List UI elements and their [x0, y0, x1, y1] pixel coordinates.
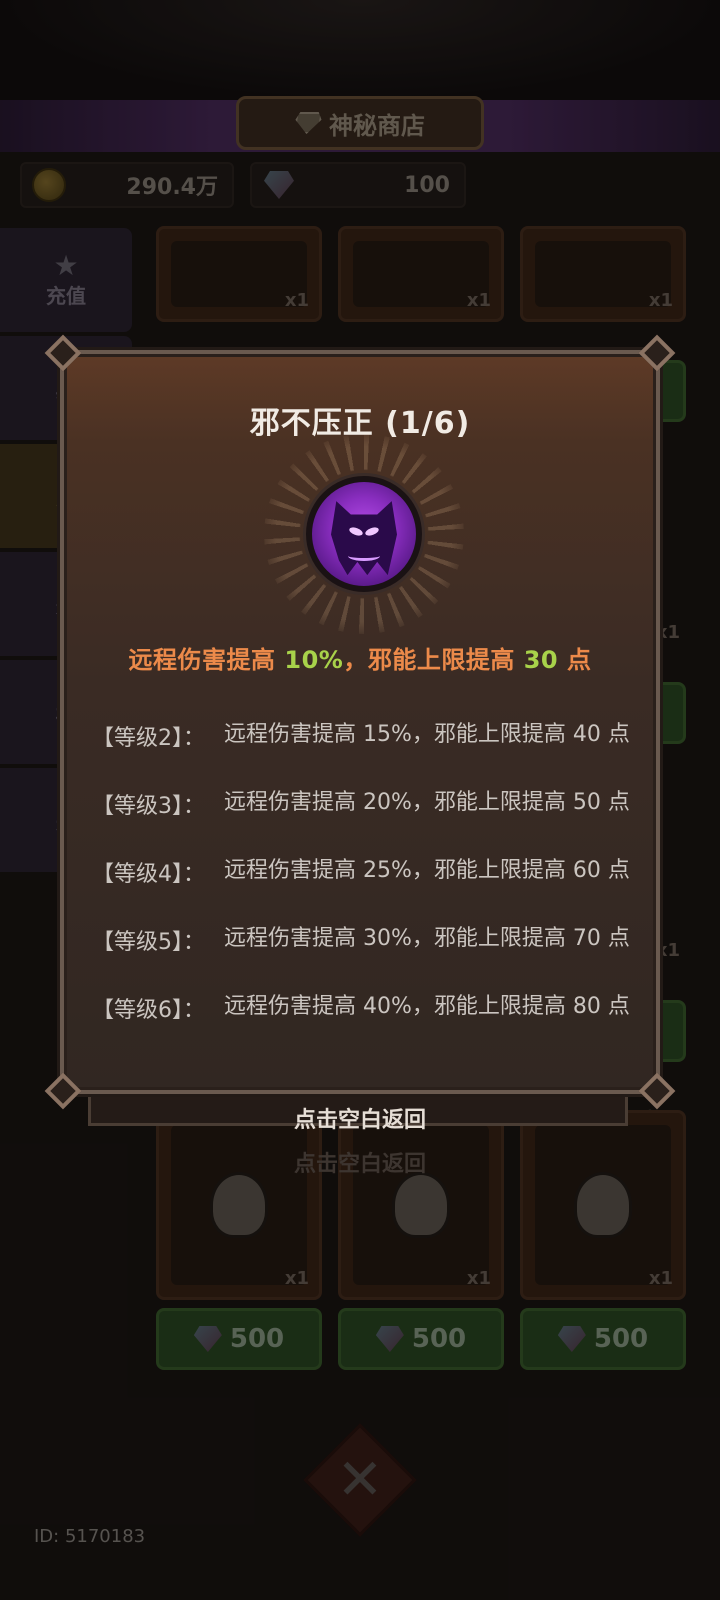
level-row: 【等级6】： 远程伤害提高 40%，邪能上限提高 80 点 — [92, 992, 632, 1060]
effect-text: 点 — [558, 646, 592, 674]
level-tag: 【等级5】： — [92, 930, 205, 955]
level-description: 远程伤害提高 15%，邪能上限提高 40 点 — [224, 722, 630, 747]
level-row: 【等级2】： 远程伤害提高 15%，邪能上限提高 40 点 — [92, 720, 632, 788]
level-tag: 【等级6】： — [92, 998, 205, 1023]
skill-detail-popup: 邪不压正 (1/6) 远程伤害提高 10%，邪能上限提高 30 点 【等级2】：… — [44, 334, 676, 1110]
effect-text: ，邪能上限提高 — [343, 646, 524, 674]
level-row: 【等级3】： 远程伤害提高 20%，邪能上限提高 50 点 — [92, 788, 632, 856]
ghost-mask-icon — [331, 501, 397, 576]
ghost-mouth — [348, 551, 380, 561]
dismiss-hint[interactable]: 点击空白返回 — [0, 1102, 720, 1134]
level-tag: 【等级4】： — [92, 862, 205, 887]
level-description: 远程伤害提高 30%，邪能上限提高 70 点 — [224, 926, 630, 951]
effect-value: 30 — [523, 646, 559, 674]
level-tag: 【等级3】： — [92, 794, 205, 819]
dismiss-hint-shadow: 点击空白返回 — [293, 1152, 426, 1177]
current-effect: 远程伤害提高 10%，邪能上限提高 30 点 — [64, 640, 656, 675]
effect-value: 10% — [284, 646, 344, 674]
level-row: 【等级5】： 远程伤害提高 30%，邪能上限提高 70 点 — [92, 924, 632, 992]
skill-icon-frame — [264, 434, 464, 634]
level-description: 远程伤害提高 25%，邪能上限提高 60 点 — [224, 858, 630, 883]
level-description: 远程伤害提高 20%，邪能上限提高 50 点 — [224, 790, 630, 815]
evil-ghost-icon — [306, 476, 422, 592]
level-description: 远程伤害提高 40%，邪能上限提高 80 点 — [224, 994, 630, 1019]
level-row: 【等级4】： 远程伤害提高 25%，邪能上限提高 60 点 — [92, 856, 632, 924]
level-tag: 【等级2】： — [92, 726, 205, 751]
level-list: 【等级2】： 远程伤害提高 15%，邪能上限提高 40 点 【等级3】： 远程伤… — [92, 720, 632, 1060]
effect-text: 远程伤害提高 — [128, 646, 285, 674]
